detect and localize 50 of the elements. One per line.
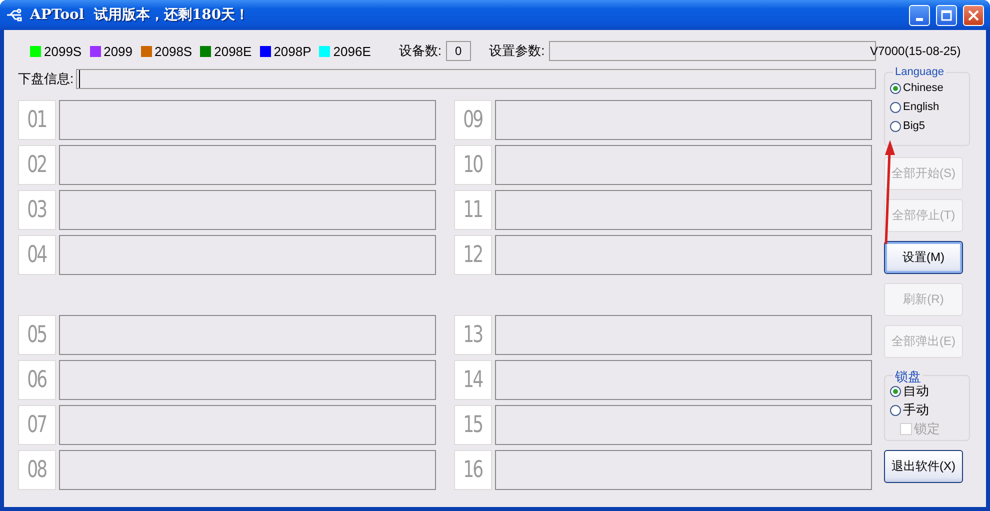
- close-icon: [968, 10, 979, 20]
- slot-number: 15: [454, 405, 492, 445]
- radio-label: English: [903, 101, 940, 113]
- slot-number: 10: [454, 145, 492, 185]
- slot-number: 11: [454, 190, 492, 230]
- group-title: Language: [893, 66, 946, 78]
- slot-number: 13: [454, 315, 492, 355]
- maximize-icon: [941, 10, 952, 20]
- radio-button[interactable]: [890, 102, 901, 112]
- slot-number: 07: [18, 405, 56, 445]
- radio-button[interactable]: [890, 82, 901, 94]
- slot-number: 02: [18, 145, 56, 185]
- radio-label: Chinese: [903, 82, 944, 94]
- slot-number: 05: [18, 315, 56, 355]
- slot-number: 03: [18, 190, 56, 230]
- legend-label: 2098P: [274, 44, 312, 58]
- disk-info-label: 下盘信息:: [18, 70, 74, 88]
- radio-button[interactable]: [890, 404, 901, 416]
- slot-number: 08: [18, 450, 56, 490]
- group-title: 锁盘: [893, 368, 923, 386]
- legend-label: 2099: [104, 44, 133, 58]
- version-label: V7000(15-08-25): [870, 43, 962, 60]
- device-count-field: 0: [446, 41, 472, 61]
- slot-number: 14: [454, 360, 492, 400]
- slot-number: 06: [18, 360, 56, 400]
- slot-number: 16: [454, 450, 492, 490]
- radio-label: Big5: [903, 120, 926, 132]
- slot-number: 01: [18, 100, 56, 140]
- window-title: APTool 试用版本，还剩180天！: [30, 6, 250, 24]
- legend-label: 2098E: [214, 44, 252, 58]
- settings-params-label: 设置参数:: [489, 42, 545, 60]
- maximize-button[interactable]: [936, 4, 957, 26]
- radio-button[interactable]: [890, 386, 901, 396]
- legend-label: 2096E: [333, 44, 371, 58]
- exit-button[interactable]: 退出软件(X): [884, 450, 963, 483]
- usb-icon: [6, 8, 24, 22]
- checkbox-label: 锁定: [914, 420, 940, 438]
- slot-number: 12: [454, 235, 492, 275]
- disk-info-field[interactable]: [76, 69, 876, 89]
- action-button[interactable]: 设置(M): [884, 241, 963, 274]
- radio-label: 手动: [903, 401, 929, 419]
- legend-label: 2099S: [44, 44, 82, 58]
- minimize-icon: [916, 18, 923, 20]
- slot-number: 04: [18, 235, 56, 275]
- slot-number: 09: [454, 100, 492, 140]
- close-button[interactable]: [963, 4, 984, 26]
- radio-button[interactable]: [890, 120, 901, 132]
- device-count-label: 设备数:: [398, 42, 442, 60]
- legend-label: 2098S: [154, 44, 192, 58]
- minimize-button[interactable]: [909, 4, 930, 26]
